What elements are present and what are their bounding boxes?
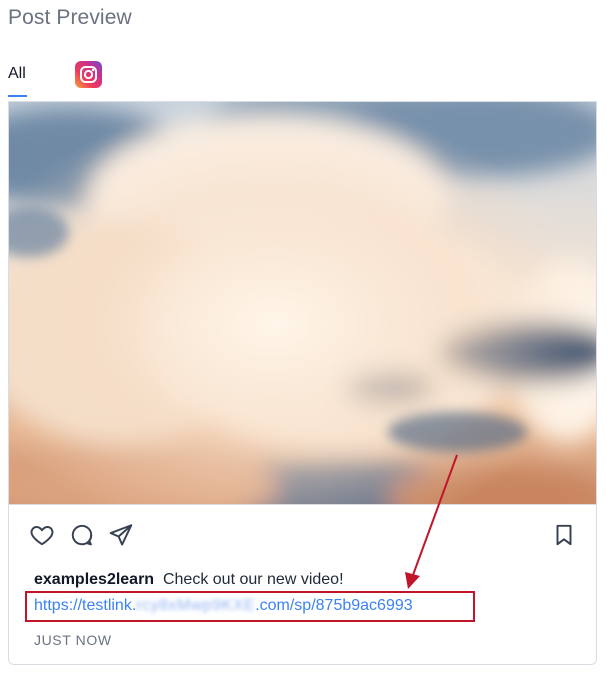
save-button[interactable] [551,522,577,548]
heart-icon [30,526,54,546]
image-divider [9,504,596,505]
link-blurred-segment: rcy8xMwp9KXE [136,597,256,614]
post-preview-card: examples2learn Check out our new video! … [8,101,597,665]
post-link[interactable]: https://testlink.rcy8xMwp9KXE.com/sp/875… [34,597,413,615]
post-caption: examples2learn Check out our new video! [34,571,344,589]
share-icon [109,524,133,546]
post-caption-text: Check out our new video! [162,571,344,588]
like-button[interactable] [29,522,55,548]
tab-all[interactable]: All [8,65,27,97]
page-title: Post Preview [8,6,132,29]
post-image [9,102,596,504]
instagram-icon [75,61,102,88]
post-actions [9,522,596,552]
preview-tabs: All [8,58,598,104]
tab-instagram[interactable] [75,61,102,88]
link-prefix: https://testlink. [34,597,137,614]
post-timestamp: JUST NOW [34,632,112,648]
comment-button[interactable] [69,522,95,548]
post-username[interactable]: examples2learn [34,571,154,588]
comment-icon [71,524,93,546]
bookmark-icon [556,524,572,546]
share-button[interactable] [108,522,134,548]
link-suffix: .com/sp/875b9ac6993 [255,597,413,614]
